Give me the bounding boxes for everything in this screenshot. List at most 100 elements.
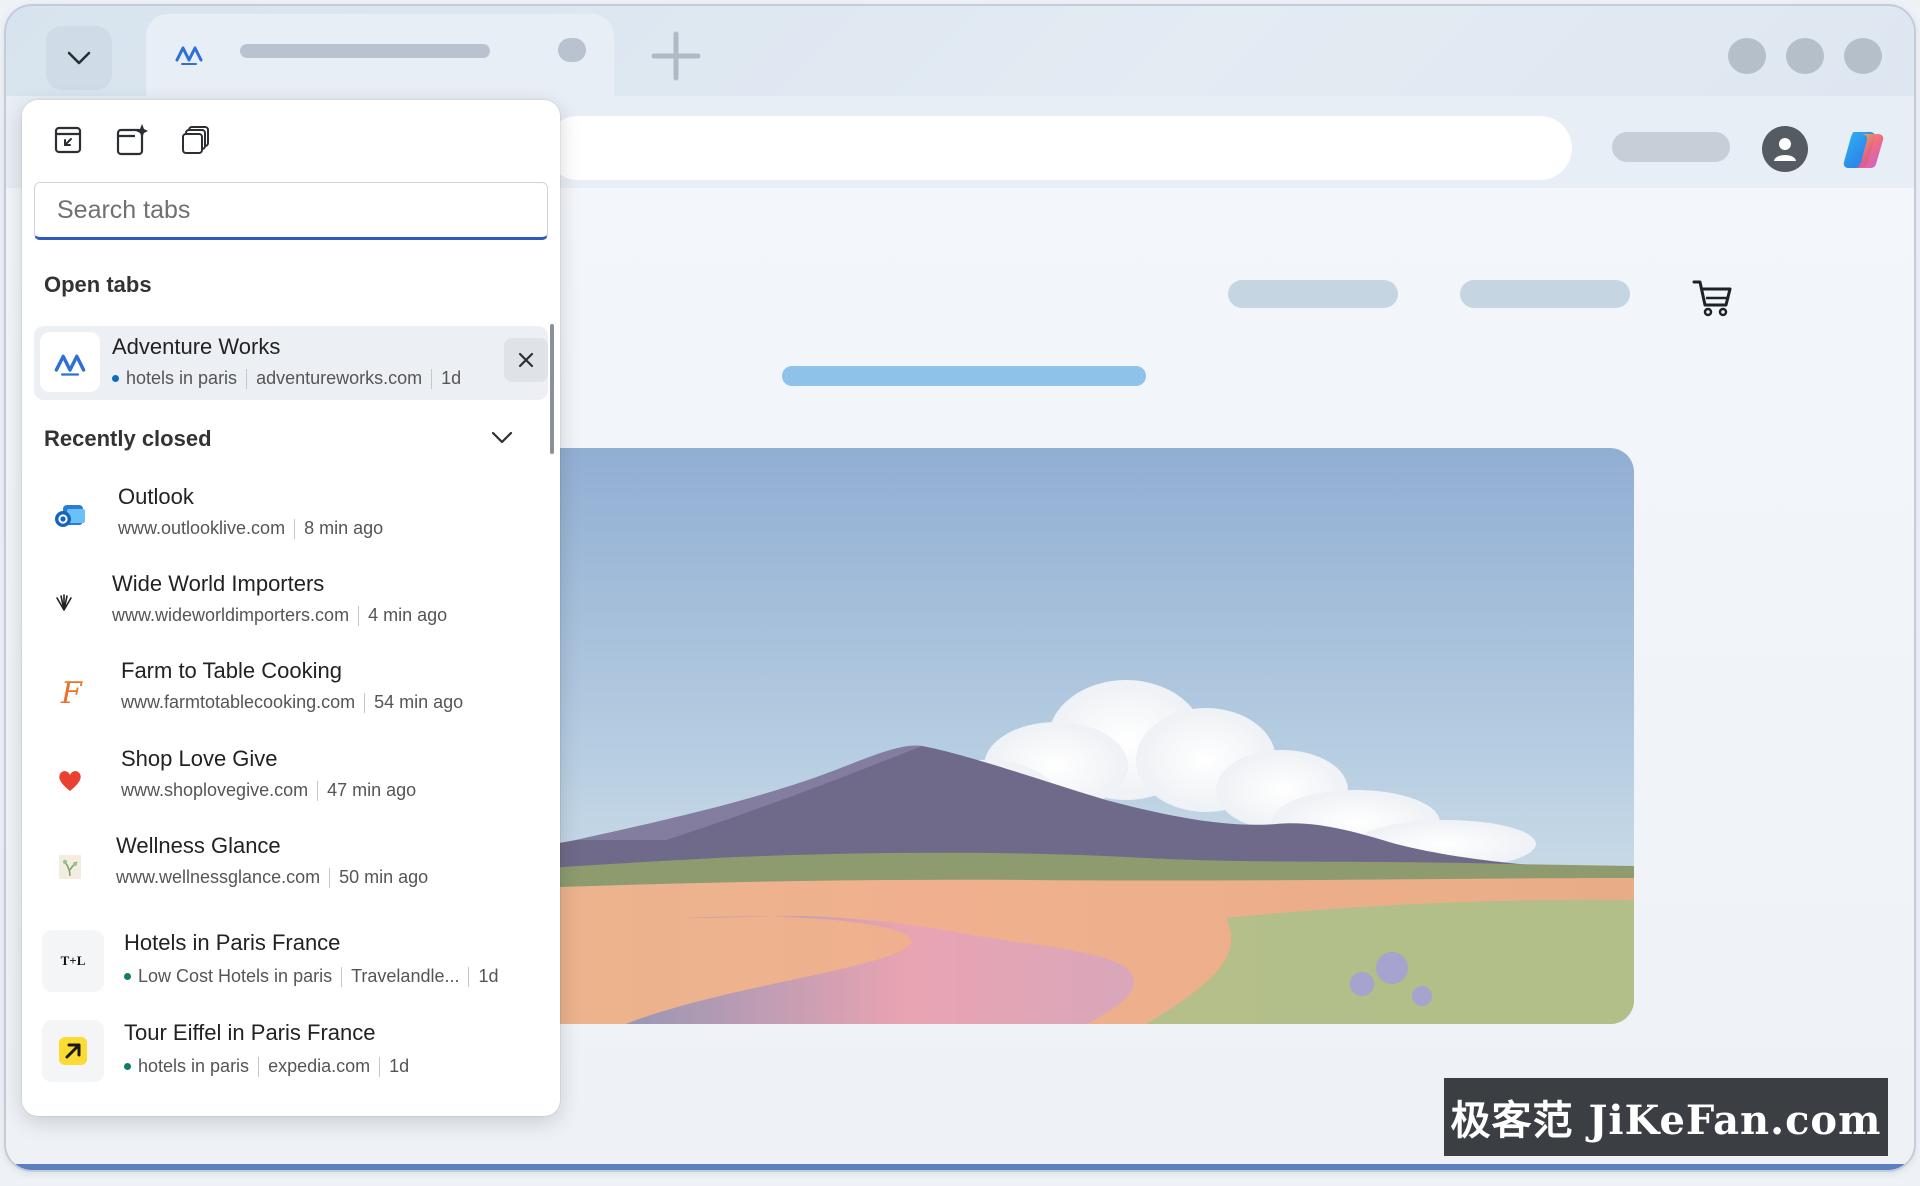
outlook-icon [55, 505, 85, 527]
organize-tabs-button[interactable] [114, 122, 150, 158]
new-tab-button[interactable] [648, 28, 704, 84]
shopping-cart-icon[interactable] [1692, 278, 1734, 318]
list-item-age: 1d [389, 1056, 410, 1076]
open-tab-age: 1d [441, 368, 462, 388]
list-item-favicon [42, 1020, 104, 1082]
minimize-button[interactable] [1728, 38, 1766, 74]
recently-closed-item[interactable]: Shop Love Give www.shoplovegive.com 47 m… [34, 740, 548, 816]
open-tab-favicon [40, 332, 100, 392]
profile-avatar[interactable] [1762, 126, 1808, 172]
hero-heading-placeholder [782, 366, 1146, 386]
list-item-group: hotels in paris [138, 1056, 250, 1076]
tab-search-popup: Search tabs Open tabs Adventure Works ho… [22, 100, 560, 1116]
list-item-title: Wide World Importers [112, 571, 325, 596]
adventure-works-icon [54, 354, 86, 376]
recently-closed-item[interactable]: T+L Hotels in Paris France Low Cost Hote… [34, 914, 548, 994]
address-bar[interactable] [546, 116, 1572, 180]
svg-text:F: F [60, 676, 83, 709]
open-tab-title: Adventure Works [112, 334, 281, 359]
adventure-works-icon [175, 46, 203, 65]
list-item-meta: www.farmtotablecooking.com 54 min ago [121, 692, 463, 713]
open-tab-meta: hotels in paris adventureworks.com 1d [112, 368, 461, 389]
tab-title-placeholder [240, 44, 490, 58]
recently-closed-item[interactable]: Wide World Importers www.wideworldimport… [34, 565, 548, 641]
list-item-title: Shop Love Give [121, 746, 278, 771]
open-tab-group: hotels in paris [126, 368, 238, 388]
tab-close-button[interactable] [558, 38, 586, 62]
tab-actions-menu-button[interactable] [46, 26, 112, 90]
list-item-age: 4 min ago [368, 605, 448, 625]
list-item-title: Outlook [118, 484, 194, 509]
user-icon [1774, 138, 1796, 161]
list-item-meta: www.wideworldimporters.com 4 min ago [112, 605, 447, 626]
popup-toolbar [50, 122, 214, 158]
list-item-title: Hotels in Paris France [124, 930, 341, 955]
recently-closed-item[interactable]: Outlook www.outlooklive.com 8 min ago [34, 478, 548, 554]
close-icon [518, 352, 534, 368]
list-item-meta: www.wellnessglance.com 50 min ago [116, 867, 428, 888]
recently-closed-item[interactable]: Tour Eiffel in Paris France hotels in pa… [34, 1006, 548, 1086]
recently-closed-heading: Recently closed [44, 426, 212, 451]
toolbar-placeholder-pill[interactable] [1612, 132, 1730, 162]
stacked-tabs-icon [182, 126, 209, 154]
plus-icon [651, 31, 701, 81]
close-window-button[interactable] [1844, 38, 1882, 74]
chevron-down-icon [67, 51, 91, 65]
vertical-tabs-icon [54, 126, 82, 154]
maximize-button[interactable] [1786, 38, 1824, 74]
workspaces-button[interactable] [178, 122, 214, 158]
nav-link-placeholder[interactable] [1228, 280, 1398, 308]
wide-world-importers-icon [56, 594, 72, 611]
list-item-age: 47 min ago [327, 780, 417, 800]
list-item-url: expedia.com [268, 1056, 371, 1076]
list-item-url: www.wellnessglance.com [116, 867, 321, 887]
tab-group-dot [124, 1063, 131, 1070]
list-item-age: 8 min ago [304, 518, 384, 538]
active-tab[interactable] [146, 14, 614, 96]
watermark: 极客范 JiKeFan.com [1444, 1078, 1888, 1156]
list-item-favicon [34, 573, 94, 633]
list-item-favicon: F [40, 662, 100, 722]
list-item-age: 54 min ago [374, 692, 464, 712]
ai-tabs-sparkle-icon [116, 124, 148, 156]
open-tab-domain: adventureworks.com [256, 368, 423, 388]
open-tabs-heading: Open tabs [44, 272, 152, 297]
tab-group-dot [124, 973, 131, 980]
list-item-title: Wellness Glance [116, 833, 281, 858]
list-item-url: www.shoplovegive.com [121, 780, 309, 800]
recently-closed-item[interactable]: Wellness Glance www.wellnessglance.com 5… [34, 827, 548, 903]
farm-to-table-icon: F [60, 676, 83, 709]
tab-group-dot [112, 375, 119, 382]
turn-on-vertical-tabs-button[interactable] [50, 122, 86, 158]
scrollbar[interactable] [550, 324, 554, 454]
list-item-url: www.outlooklive.com [118, 518, 286, 538]
list-item-url: www.farmtotablecooking.com [121, 692, 356, 712]
wellness-glance-icon [59, 855, 81, 879]
recently-closed-item[interactable]: F Farm to Table Cooking www.farmtotablec… [34, 652, 548, 728]
list-item-meta: Low Cost Hotels in paris Travelandle... … [124, 966, 499, 987]
list-item-url: www.wideworldimporters.com [112, 605, 350, 625]
list-item-meta: hotels in paris expedia.com 1d [124, 1056, 409, 1077]
close-tab-button[interactable] [504, 338, 548, 382]
heart-icon [59, 771, 81, 791]
list-item-url: Travelandle... [351, 966, 460, 986]
tab-strip [6, 6, 1914, 96]
search-input[interactable]: Search tabs [34, 182, 548, 240]
list-item-title: Farm to Table Cooking [121, 658, 342, 683]
expedia-icon [59, 1037, 87, 1065]
list-item-group: Low Cost Hotels in paris [138, 966, 333, 986]
list-item-age: 50 min ago [339, 867, 429, 887]
collapse-chevron-icon[interactable] [488, 424, 516, 452]
list-item-meta: www.shoplovegive.com 47 min ago [121, 780, 416, 801]
list-item-favicon [40, 750, 100, 810]
list-item-favicon: T+L [42, 930, 104, 992]
open-tab-item[interactable]: Adventure Works hotels in paris adventur… [34, 326, 548, 400]
nav-link-placeholder[interactable] [1460, 280, 1630, 308]
list-item-favicon [40, 837, 100, 897]
list-item-favicon [40, 486, 100, 546]
copilot-icon[interactable] [1840, 126, 1888, 174]
travel-leisure-icon: T+L [60, 953, 86, 968]
list-item-age: 1d [478, 966, 499, 986]
list-item-meta: www.outlooklive.com 8 min ago [118, 518, 383, 539]
list-item-title: Tour Eiffel in Paris France [124, 1020, 376, 1045]
